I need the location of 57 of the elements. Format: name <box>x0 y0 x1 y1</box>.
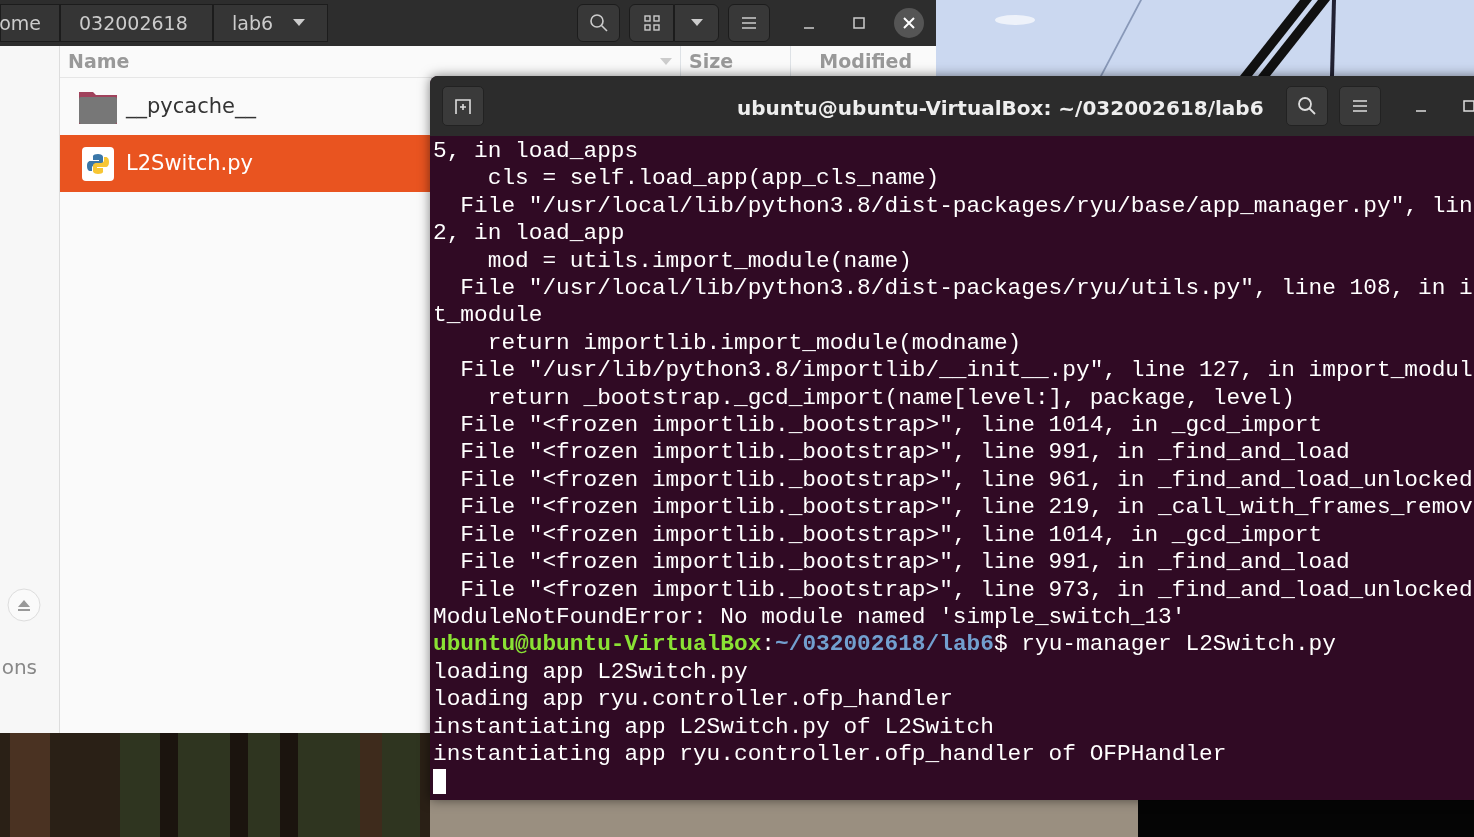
terminal-line: File "<frozen importlib._bootstrap>", line 991, in _find_and_load <box>459 549 1350 577</box>
search-icon <box>588 13 609 33</box>
new-tab-button[interactable] <box>442 86 484 126</box>
terminal-line: instantiating app ryu.controller.ofp_handler of OFPHandler <box>433 740 1227 769</box>
search-icon <box>1297 96 1317 116</box>
view-options-button[interactable] <box>674 4 719 42</box>
cursor <box>433 768 446 794</box>
terminal-line: File "<frozen importlib._bootstrap>", line 961, in _find_and_load_unlocked <box>459 466 1473 495</box>
menu-icon <box>1352 99 1368 113</box>
terminal-line: 2, in load_app <box>433 220 625 248</box>
terminal-line: File "<frozen importlib._bootstrap>", line 1014, in _gcd_import <box>459 412 1323 440</box>
file-name: __pycache__ <box>126 92 256 121</box>
terminal-line: File "<frozen importlib._bootstrap>", line 991, in _find_and_load <box>459 439 1350 467</box>
menu-icon <box>741 16 757 30</box>
terminal-line: loading app L2Switch.py <box>433 658 748 687</box>
new-tab-icon <box>454 97 472 115</box>
terminal-line: File "<frozen importlib._bootstrap>", line 973, in _find_and_load_unlocked <box>459 576 1473 604</box>
terminal-line: return importlib.import_module(modname) <box>486 329 1022 358</box>
terminal-line: t_module <box>433 302 543 330</box>
path-button[interactable]: 032002618 <box>60 4 213 42</box>
menu-button[interactable] <box>1339 86 1381 126</box>
terminal-line: File "<frozen importlib._bootstrap>", line 219, in _call_with_frames_remov <box>459 494 1473 522</box>
terminal-line: return _bootstrap._gcd_import(name[level:], package, level) <box>486 384 1295 413</box>
terminal-line: ModuleNotFoundError: No module named 'simple_switch_13' <box>433 603 1186 632</box>
eject-icon[interactable] <box>7 588 41 622</box>
prompt-line: ubuntu@ubuntu-VirtualBox:~/032002618/lab6$ ryu-manager L2Switch.py <box>433 631 1336 659</box>
path-button[interactable]: lab6 <box>213 4 328 42</box>
close-icon <box>903 17 915 29</box>
sort-icon <box>660 57 672 66</box>
file-name: L2Switch.py <box>126 149 253 177</box>
terminal-line: 5, in load_apps <box>433 138 639 166</box>
terminal-line: File "/usr/local/lib/python3.8/dist-packages/ryu/utils.py", line 108, in i <box>459 275 1473 303</box>
file-row[interactable]: __pycache__ <box>60 78 430 135</box>
terminal-line: instantiating app L2Switch.py of L2Switch <box>433 713 994 741</box>
column-header[interactable]: Name <box>60 46 680 77</box>
file-row[interactable]: L2Switch.py <box>60 135 430 192</box>
terminal-line: File "/usr/lib/python3.8/importlib/__init__.py", line 127, in import_modul <box>459 357 1473 385</box>
terminal-line: loading app ryu.controller.ofp_handler <box>433 686 953 714</box>
window-title: ubuntu@ubuntu-VirtualBox: ~/032002618/lab6 <box>737 95 1264 122</box>
caret-icon <box>690 19 703 27</box>
grid-icon <box>643 15 660 31</box>
close-button[interactable] <box>894 8 924 38</box>
python-file-icon <box>82 146 114 181</box>
maximize-icon <box>853 17 865 29</box>
sidebar-item[interactable]: ons <box>1 652 37 682</box>
search-button[interactable] <box>1286 86 1328 126</box>
menu-button[interactable] <box>728 4 770 42</box>
terminal-line: File "<frozen importlib._bootstrap>", line 1014, in _gcd_import <box>459 521 1323 550</box>
minimize-icon <box>804 27 814 29</box>
maximize-icon <box>1463 100 1474 112</box>
terminal-line: mod = utils.import_module(name) <box>486 247 912 276</box>
minimize-icon <box>1416 110 1426 112</box>
grid-view-button[interactable] <box>629 4 674 42</box>
path-button[interactable]: ome <box>0 4 60 42</box>
terminal-line: cls = self.load_app(app_cls_name) <box>486 165 940 193</box>
search-button[interactable] <box>577 4 620 42</box>
terminal-line: File "/usr/local/lib/python3.8/dist-packages/ryu/base/app_manager.py", lin <box>459 192 1473 221</box>
